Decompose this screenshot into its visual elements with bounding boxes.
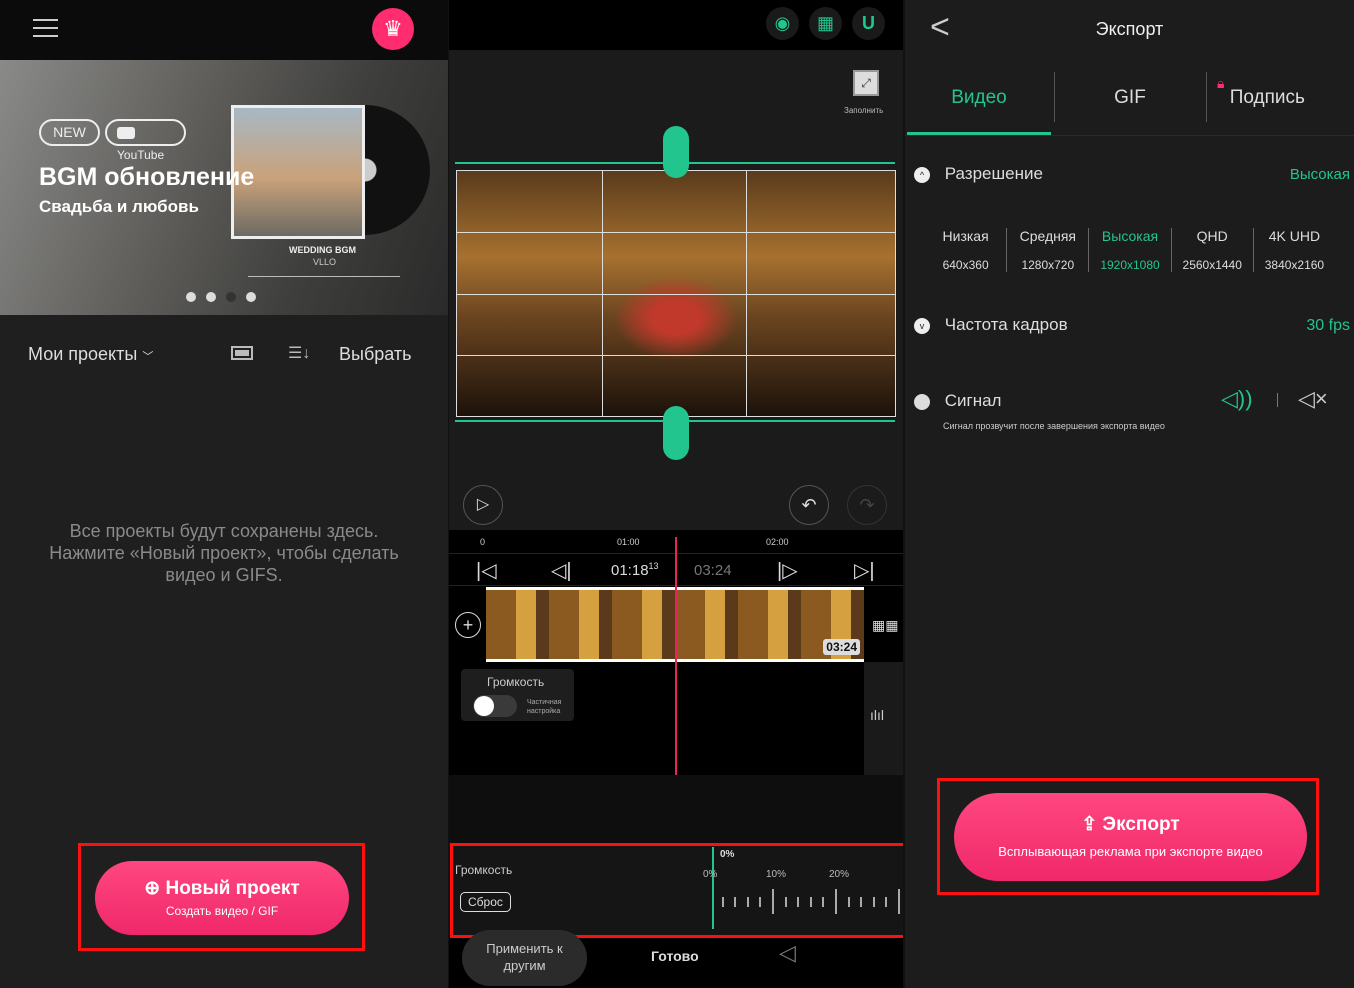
- sort-icon[interactable]: ☰↓: [288, 343, 310, 363]
- nav-back-icon[interactable]: ◁: [779, 940, 796, 966]
- crop-handle-top[interactable]: [663, 126, 689, 178]
- play-button[interactable]: ▷: [463, 485, 503, 525]
- plus-circle-icon: ⊕: [144, 878, 161, 899]
- total-time: 03:24: [694, 562, 732, 579]
- resolution-options: Низкая 640x360 Средняя 1280x720 Высокая 1920x…: [925, 228, 1335, 272]
- fps-row[interactable]: v Частота кадров 30 fps: [914, 315, 1350, 335]
- partial-adjust-toggle[interactable]: [473, 695, 517, 717]
- album-title: WEDDING BGM: [289, 245, 356, 255]
- apply-to-others-button[interactable]: Применить к другим: [462, 930, 587, 986]
- done-button[interactable]: Готово: [651, 948, 699, 964]
- signal-row: Сигнал: [914, 391, 1001, 411]
- album-artist: VLLO: [313, 257, 337, 267]
- fill-icon[interactable]: ⤢: [853, 70, 879, 96]
- skip-end-icon[interactable]: ▷|: [854, 558, 875, 583]
- add-clip-button[interactable]: +: [455, 612, 481, 638]
- resolution-name: Высокая: [1101, 228, 1159, 244]
- undo-button[interactable]: ↶: [789, 485, 829, 525]
- fill-label: Заполнить: [844, 106, 884, 115]
- next-frame-icon[interactable]: |▷: [777, 558, 798, 583]
- resolution-option[interactable]: 4K UHD 3840x2160: [1254, 228, 1335, 272]
- home-screen: ♛ NEW YouTube BGM обновление Свадьба и л…: [0, 0, 448, 988]
- expand-icon: v: [914, 317, 930, 334]
- redo-button[interactable]: ↷: [847, 485, 887, 525]
- top-bar: ♛: [0, 0, 448, 60]
- projects-dropdown[interactable]: Мои проекты ﹀: [28, 344, 153, 365]
- resolution-option[interactable]: Высокая 1920x1080: [1089, 228, 1172, 272]
- lower-spacer: [449, 775, 903, 845]
- clip-layout-icon[interactable]: ▦▦: [872, 617, 898, 634]
- empty-state-text: Все проекты будут сохранены здесь. Нажми…: [49, 521, 399, 585]
- resolution-name: QHD: [1196, 228, 1228, 244]
- sound-off-icon[interactable]: ◁×: [1298, 386, 1328, 412]
- audio-side-panel: ılıl: [864, 662, 903, 775]
- skip-start-icon[interactable]: |◁: [476, 558, 497, 583]
- volume-popup: Громкость Частичная настройка: [461, 669, 574, 721]
- editor-screen: ◉ ▦ U ⤢ Заполнить ▷ ↶ ↷ 0 01:00 02:00 |◁…: [449, 0, 903, 988]
- promo-banner[interactable]: NEW YouTube BGM обновление Свадьба и люб…: [0, 60, 448, 315]
- sound-divider: [1277, 393, 1278, 407]
- preview-area: ⤢ Заполнить ▷ ↶ ↷: [449, 50, 903, 530]
- export-button[interactable]: ⇪ Экспорт Всплывающая реклама при экспор…: [954, 793, 1307, 881]
- resolution-name: Низкая: [942, 228, 989, 244]
- resolution-option[interactable]: Средняя 1280x720: [1007, 228, 1090, 272]
- tab-divider: [1206, 72, 1207, 122]
- banner-title: BGM обновление: [39, 163, 255, 191]
- resolution-name: 4K UHD: [1268, 228, 1321, 244]
- menu-icon[interactable]: [33, 19, 58, 37]
- resolution-row[interactable]: ^ Разрешение Высокая: [914, 164, 1350, 184]
- tabs-border: [905, 135, 1354, 136]
- carousel-dots[interactable]: [186, 292, 256, 302]
- collapse-icon: ^: [914, 166, 930, 183]
- resolution-size: 1920x1080: [1100, 258, 1160, 272]
- page-title: Экспорт: [1095, 19, 1164, 39]
- highlight-box: [450, 843, 903, 938]
- tab-video[interactable]: Видео: [907, 87, 1051, 109]
- magnet-icon[interactable]: U: [852, 7, 885, 40]
- resolution-size: 1280x720: [1021, 258, 1075, 272]
- grid-icon[interactable]: ▦: [809, 7, 842, 40]
- sound-on-icon[interactable]: ◁)): [1221, 386, 1253, 412]
- crop-handle-bottom[interactable]: [663, 406, 689, 460]
- waveform-icon[interactable]: ılıl: [870, 707, 884, 723]
- export-screen: < Экспорт Видео GIF 🔒︎ Подпись ^ Разреше…: [905, 0, 1354, 988]
- resolution-size: 2560x1440: [1182, 258, 1242, 272]
- view-toggle-icon[interactable]: [231, 346, 253, 360]
- tab-gif[interactable]: GIF: [1055, 87, 1205, 109]
- eye-icon[interactable]: ◉: [766, 7, 799, 40]
- resolution-option[interactable]: Низкая 640x360: [925, 228, 1008, 272]
- current-time: 01:1813: [611, 561, 659, 579]
- radio-icon: [914, 393, 930, 410]
- carousel-dot[interactable]: [246, 292, 256, 302]
- resolution-name: Средняя: [1019, 228, 1077, 244]
- playhead[interactable]: [675, 537, 677, 775]
- resolution-size: 3840x2160: [1264, 258, 1325, 272]
- waveform: [248, 276, 400, 277]
- lock-icon: 🔒︎: [1217, 75, 1225, 91]
- carousel-dot[interactable]: [206, 292, 216, 302]
- prev-frame-icon[interactable]: ◁|: [551, 558, 572, 583]
- youtube-badge: YouTube: [105, 119, 186, 162]
- premium-crown-icon[interactable]: ♛: [372, 8, 414, 50]
- carousel-dot[interactable]: [226, 292, 236, 302]
- banner-subtitle: Свадьба и любовь: [39, 197, 199, 216]
- resolution-size: 640x360: [942, 258, 989, 272]
- clip-duration: 03:24: [823, 639, 860, 655]
- new-badge: NEW: [39, 119, 100, 146]
- resolution-option[interactable]: QHD 2560x1440: [1172, 228, 1254, 272]
- youtube-icon: [117, 126, 135, 139]
- new-project-button[interactable]: ⊕ Новый проект Создать видео / GIF: [95, 861, 349, 935]
- select-button[interactable]: Выбрать: [339, 344, 412, 365]
- chevron-down-icon: ﹀: [142, 351, 154, 363]
- upload-icon: ⇪: [1081, 814, 1098, 835]
- video-frame: [456, 170, 896, 417]
- tab-signature[interactable]: 🔒︎ Подпись: [1217, 75, 1305, 108]
- signal-description: Сигнал прозвучит после завершения экспор…: [943, 421, 1165, 431]
- carousel-dot[interactable]: [186, 292, 196, 302]
